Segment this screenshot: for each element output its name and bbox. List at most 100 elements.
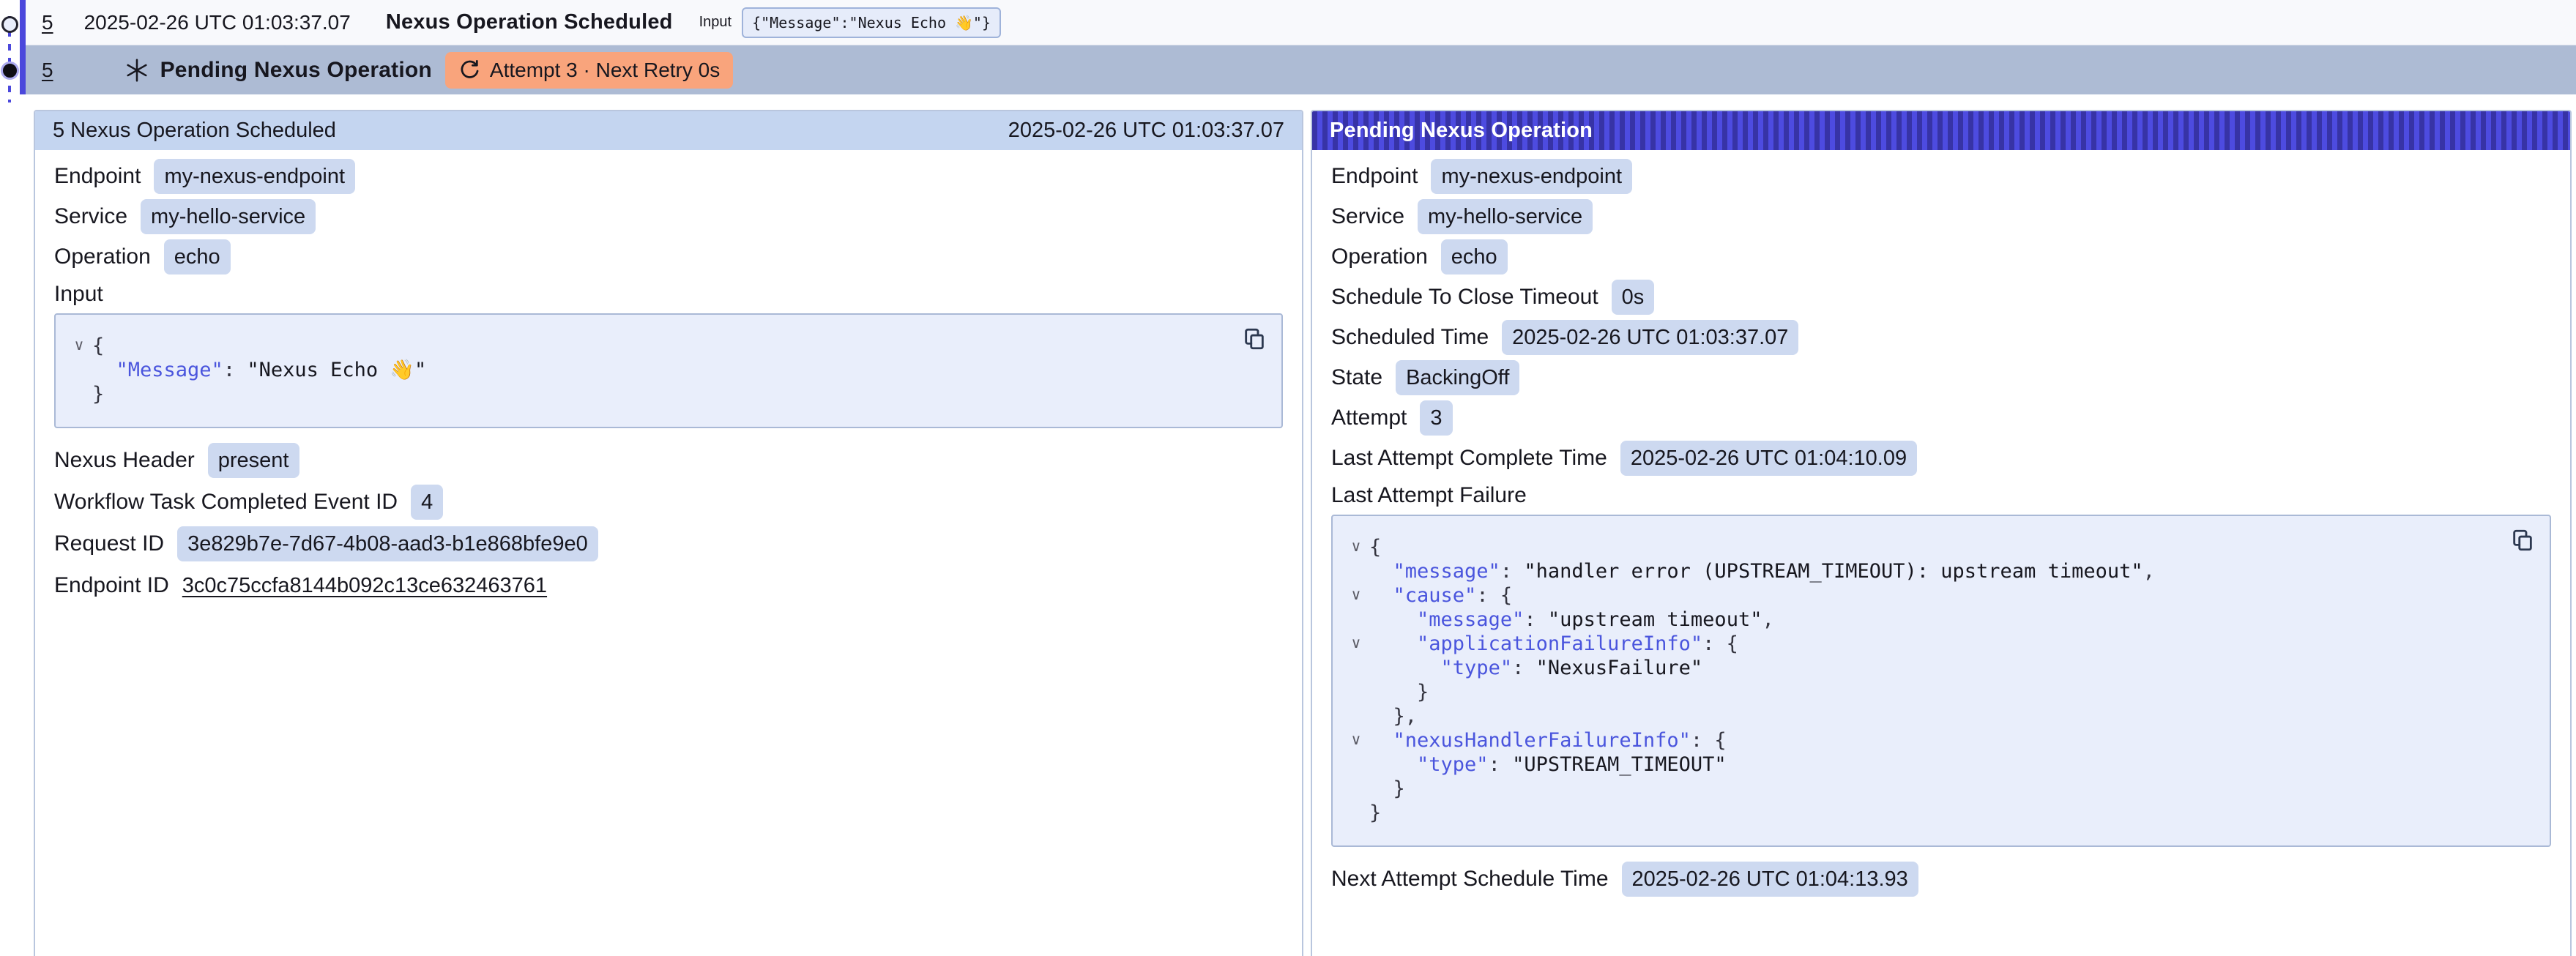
- pending-event-id-link[interactable]: 5: [42, 59, 53, 82]
- field-value-badge: BackingOff: [1396, 360, 1519, 395]
- field-operation: Operation echo: [54, 239, 1283, 275]
- field-service: Service my-hello-service: [54, 199, 1283, 234]
- json-text: }: [92, 382, 104, 406]
- chevron-spacer: [1343, 777, 1369, 801]
- json-text: "Message": "Nexus Echo 👋": [92, 358, 426, 382]
- workflow-event-history-screen: 5 2025-02-26 UTC 01:03:37.07 Nexus Opera…: [0, 0, 2576, 956]
- json-text: "type": "NexusFailure": [1369, 656, 1702, 680]
- json-line: }: [1343, 680, 2532, 704]
- json-text: {: [92, 334, 104, 358]
- field-value-badge: 2025-02-26 UTC 01:04:10.09: [1620, 441, 1917, 476]
- collapse-chevron-icon[interactable]: ∨: [66, 334, 92, 358]
- field-operation: Operation echo: [1331, 239, 2551, 275]
- active-event-indicator-bar: [20, 0, 26, 94]
- field-label: Endpoint: [1331, 164, 1418, 189]
- pending-title: Pending Nexus Operation: [160, 58, 432, 83]
- chevron-spacer: [1343, 559, 1369, 583]
- input-json-viewer: ∨{ "Message": "Nexus Echo 👋"}: [54, 313, 1283, 428]
- json-text: }: [1369, 801, 1381, 825]
- event-node-circle-icon: [1, 16, 18, 33]
- json-text: }: [1369, 680, 1429, 704]
- json-line: ∨{: [1343, 535, 2532, 559]
- field-scheduled-time: Scheduled Time2025-02-26 UTC 01:03:37.07: [1331, 320, 2551, 355]
- chevron-spacer: [1343, 608, 1369, 632]
- field-value-badge: my-hello-service: [1418, 199, 1593, 234]
- json-text: "message": "upstream timeout",: [1369, 608, 1774, 632]
- field-label: Endpoint ID: [54, 573, 169, 598]
- pending-operation-panel: Pending Nexus Operation Endpoint my-nexus…: [1311, 110, 2572, 956]
- json-line: ∨ "nexusHandlerFailureInfo": {: [1343, 728, 2532, 753]
- field-state: StateBackingOff: [1331, 360, 2551, 395]
- field-endpoint-id: Endpoint ID 3c0c75ccfa8144b092c13ce632463…: [54, 568, 1283, 603]
- field-value-badge: my-hello-service: [141, 199, 316, 234]
- field-value-badge: echo: [164, 239, 231, 275]
- json-text: },: [1369, 704, 1417, 728]
- event-row-pending[interactable]: 5 Pending Nexus Operation Attempt 3 · Ne…: [26, 45, 2576, 94]
- json-text: "type": "UPSTREAM_TIMEOUT": [1369, 753, 1727, 777]
- field-workflow-task-completed-event-id: Workflow Task Completed Event ID 4: [54, 485, 1283, 520]
- event-detail-header: 5 Nexus Operation Scheduled 2025-02-26 U…: [35, 111, 1302, 150]
- copy-icon[interactable]: [1242, 326, 1267, 354]
- field-label: Scheduled Time: [1331, 325, 1489, 350]
- json-line: "type": "UPSTREAM_TIMEOUT": [1343, 753, 2532, 777]
- field-endpoint: Endpoint my-nexus-endpoint: [1331, 159, 2551, 194]
- pending-operation-header-title: Pending Nexus Operation: [1330, 119, 1593, 143]
- collapse-chevron-icon[interactable]: ∨: [1343, 535, 1369, 559]
- copy-icon[interactable]: [2510, 528, 2535, 555]
- json-line: }: [1343, 777, 2532, 801]
- json-text: "cause": {: [1369, 583, 1512, 608]
- field-label: Endpoint: [54, 164, 141, 189]
- json-text: }: [1369, 777, 1405, 801]
- field-input: Input: [54, 280, 1283, 309]
- field-value-badge: echo: [1441, 239, 1508, 275]
- field-value-badge: 2025-02-26 UTC 01:04:13.93: [1622, 862, 1918, 897]
- event-detail-header-title: 5 Nexus Operation Scheduled: [53, 119, 336, 143]
- chevron-spacer: [1343, 704, 1369, 728]
- field-value-badge: my-nexus-endpoint: [1431, 159, 1632, 194]
- collapse-chevron-icon[interactable]: ∨: [1343, 583, 1369, 608]
- field-label: Service: [54, 204, 127, 229]
- json-line: "type": "NexusFailure": [1343, 656, 2532, 680]
- collapse-chevron-icon[interactable]: ∨: [1343, 632, 1369, 656]
- json-line: "message": "handler error (UPSTREAM_TIME…: [1343, 559, 2532, 583]
- pending-operation-header: Pending Nexus Operation: [1312, 111, 2570, 150]
- event-row-scheduled[interactable]: 5 2025-02-26 UTC 01:03:37.07 Nexus Opera…: [26, 0, 2576, 45]
- field-value-badge: 4: [411, 485, 443, 520]
- json-line: ∨{: [66, 334, 1264, 358]
- failure-json-viewer: ∨{ "message": "handler error (UPSTREAM_T…: [1331, 515, 2551, 847]
- field-last-attempt-complete-time: Last Attempt Complete Time2025-02-26 UTC…: [1331, 441, 2551, 476]
- field-next-attempt-schedule-time: Next Attempt Schedule Time 2025-02-26 UTC…: [1331, 862, 2551, 897]
- json-line: ∨ "cause": {: [1343, 583, 2532, 608]
- chevron-spacer: [1343, 753, 1369, 777]
- event-id-link[interactable]: 5: [42, 11, 53, 34]
- input-section-label: Input: [54, 282, 103, 307]
- json-line: }: [1343, 801, 2532, 825]
- event-detail-panel: 5 Nexus Operation Scheduled 2025-02-26 U…: [34, 110, 1303, 956]
- collapse-chevron-icon[interactable]: ∨: [1343, 728, 1369, 753]
- json-text: "applicationFailureInfo": {: [1369, 632, 1738, 656]
- json-line: },: [1343, 704, 2532, 728]
- field-value-badge: 0s: [1612, 280, 1655, 315]
- retry-badge: Attempt 3 · Next Retry 0s: [445, 52, 733, 89]
- refresh-icon: [458, 59, 481, 81]
- chevron-spacer: [66, 382, 92, 406]
- field-request-id: Request ID3e829b7e-7d67-4b08-aad3-b1e868…: [54, 526, 1283, 561]
- field-label: Schedule To Close Timeout: [1331, 285, 1598, 310]
- detail-panels: 5 Nexus Operation Scheduled 2025-02-26 U…: [34, 110, 2576, 956]
- json-line: }: [66, 382, 1264, 406]
- field-label: Next Attempt Schedule Time: [1331, 867, 1609, 892]
- json-lines: ∨{ "message": "handler error (UPSTREAM_T…: [1343, 535, 2532, 825]
- pending-asterisk-icon: [124, 57, 150, 83]
- field-value-badge: 3: [1420, 400, 1452, 436]
- field-label: Workflow Task Completed Event ID: [54, 490, 398, 515]
- pending-node-circle-icon: [1, 61, 19, 80]
- field-label: Operation: [54, 244, 151, 269]
- field-label: Attempt: [1331, 406, 1407, 430]
- event-detail-header-time: 2025-02-26 UTC 01:03:37.07: [1008, 119, 1284, 143]
- event-history-rows: 5 2025-02-26 UTC 01:03:37.07 Nexus Opera…: [26, 0, 2576, 94]
- field-label: Request ID: [54, 531, 164, 556]
- event-input-value-badge: {"Message":"Nexus Echo 👋"}: [742, 7, 1001, 38]
- field-label: Operation: [1331, 244, 1428, 269]
- event-title: Nexus Operation Scheduled: [386, 10, 673, 34]
- field-value-link[interactable]: 3c0c75ccfa8144b092c13ce632463761: [182, 574, 547, 598]
